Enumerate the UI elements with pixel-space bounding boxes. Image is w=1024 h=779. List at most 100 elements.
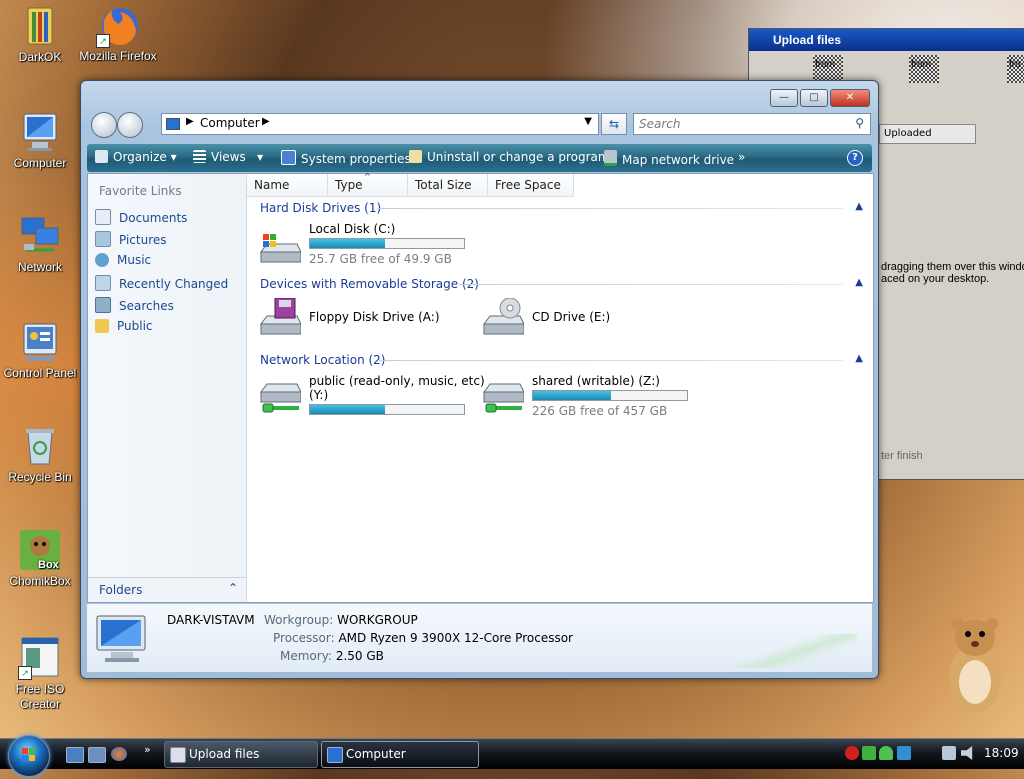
organize-button[interactable]: Organize ▾ — [95, 150, 177, 164]
system-properties-icon — [281, 150, 296, 165]
show-desktop-icon[interactable] — [66, 747, 84, 763]
sidebar-item-documents[interactable]: Documents — [95, 209, 245, 227]
start-button[interactable] — [8, 735, 50, 777]
drive-a[interactable]: Floppy Disk Drive (A:) — [257, 294, 477, 340]
upload-thumbnail-label: fro — [1009, 59, 1021, 70]
views-icon — [193, 150, 206, 163]
taskbar-button-upload-files[interactable]: Upload files — [164, 741, 318, 768]
desktop-icon-label: ChomikBox — [9, 574, 71, 588]
address-dropdown-icon[interactable]: ▼ — [584, 116, 592, 127]
computer-large-icon — [93, 612, 153, 667]
shortcut-arrow-icon: ↗ — [96, 34, 110, 48]
drive-name: shared (writable) (Z:) — [532, 374, 660, 388]
views-button[interactable]: Views ▾ — [193, 150, 263, 164]
firefox-quicklaunch-icon[interactable] — [111, 747, 127, 761]
chomikbox-tray-icon[interactable] — [862, 746, 876, 760]
quicklaunch-more-button[interactable]: » — [144, 743, 151, 756]
back-button[interactable] — [91, 112, 117, 138]
search-placeholder: Search — [639, 117, 681, 131]
explorer-window[interactable]: — □ ✕ ▶ Computer ▶ ▼ ⇆ Search ⚲ Organize… — [80, 80, 879, 679]
drive-free-space: 25.7 GB free of 49.9 GB — [309, 252, 452, 266]
display-tray-icon[interactable] — [942, 746, 956, 760]
column-header-type[interactable]: Type ^ — [328, 172, 408, 197]
desktop-icon-darkok[interactable]: DarkOK — [0, 4, 80, 64]
network-tray-icon[interactable] — [897, 746, 911, 760]
security-alert-icon[interactable] — [845, 746, 859, 760]
details-swoosh — [727, 634, 857, 668]
sidebar-item-music[interactable]: Music — [95, 253, 245, 271]
refresh-icon: ⇆ — [608, 117, 620, 131]
windows-logo-icon — [22, 748, 35, 761]
drive-e[interactable]: CD Drive (E:) — [480, 294, 700, 340]
search-input[interactable]: Search ⚲ — [633, 113, 871, 135]
users-tray-icon[interactable] — [879, 746, 893, 760]
close-button[interactable]: ✕ — [830, 89, 870, 107]
toolbar-more-button[interactable]: » — [738, 150, 745, 164]
maximize-button[interactable]: □ — [800, 89, 828, 107]
group-header-network[interactable]: Network Location (2) — [260, 353, 385, 367]
switch-windows-icon[interactable] — [88, 747, 106, 763]
folders-toggle[interactable]: Folders ⌃ — [88, 577, 246, 602]
breadcrumb-computer[interactable]: Computer — [200, 116, 260, 130]
uploaded-tab[interactable]: Uploaded — [879, 124, 976, 144]
desktop-icon-computer[interactable]: Computer — [0, 110, 80, 170]
volume-icon[interactable] — [961, 746, 973, 760]
sidebar-item-recently-changed[interactable]: Recently Changed — [95, 275, 245, 293]
map-network-drive-button[interactable]: Map network drive — [604, 150, 734, 167]
system-properties-button[interactable]: System properties — [281, 150, 411, 166]
folder-icon — [18, 4, 62, 48]
group-header-removable[interactable]: Devices with Removable Storage (2) — [260, 277, 479, 291]
chevron-up-icon: ⌃ — [228, 581, 239, 595]
drive-letter: (Y:) — [309, 388, 329, 402]
upload-window-icon — [170, 747, 186, 763]
desktop-icon-label: Mozilla Firefox — [79, 49, 157, 63]
desktop-icon-chomikbox[interactable]: Box ChomikBox — [0, 528, 80, 588]
upload-instructions: aced on your desktop. — [881, 273, 990, 285]
desktop-icon-free-iso-creator[interactable]: ↗ Free ISO Creator — [0, 636, 80, 712]
address-bar[interactable]: ▶ Computer ▶ ▼ — [161, 113, 599, 135]
desktop-icon-label: Computer — [13, 156, 67, 170]
upload-instructions: dragging them over this windo — [881, 261, 1024, 273]
window-controls: — □ ✕ — [770, 89, 870, 107]
minimize-button[interactable]: — — [770, 89, 798, 107]
chevron-up-icon[interactable]: ▲ — [855, 201, 863, 212]
group-header-hard-disk[interactable]: Hard Disk Drives (1) — [260, 201, 381, 215]
help-icon[interactable]: ? — [847, 150, 863, 166]
drive-y[interactable]: public (read-only, music, etc) (Y:) — [257, 374, 485, 420]
uninstall-button[interactable]: Uninstall or change a program — [409, 150, 610, 164]
chevron-up-icon[interactable]: ▲ — [855, 353, 863, 364]
sidebar-item-public[interactable]: Public — [95, 319, 245, 337]
file-list: Name Type ^ Total Size Free Space Hard Di… — [247, 172, 873, 602]
column-header-name[interactable]: Name — [247, 174, 328, 197]
recycle-bin-icon — [18, 424, 62, 468]
group-divider — [459, 284, 843, 285]
refresh-button[interactable]: ⇆ — [601, 113, 627, 135]
floppy-drive-icon — [257, 297, 302, 338]
sidebar-item-searches[interactable]: Searches — [95, 297, 245, 315]
upload-window-title: Upload files — [749, 29, 1024, 51]
desktop-icon-network[interactable]: Network — [0, 214, 80, 274]
drive-usage-bar — [309, 404, 465, 415]
drive-z[interactable]: shared (writable) (Z:) 226 GB free of 45… — [480, 374, 700, 420]
breadcrumb-arrow-icon: ▶ — [262, 116, 270, 127]
taskbar-button-computer[interactable]: Computer — [321, 741, 479, 768]
taskbar-clock[interactable]: 18:09 — [984, 746, 1019, 760]
sidebar-item-pictures[interactable]: Pictures — [95, 231, 245, 249]
drive-usage-fill — [310, 239, 385, 248]
desktop-icon-label: Recycle Bin — [8, 470, 72, 484]
column-header-free-space[interactable]: Free Space — [488, 174, 574, 197]
column-header-total-size[interactable]: Total Size — [408, 174, 488, 197]
desktop-icon-label: DarkOK — [18, 50, 62, 64]
drive-c[interactable]: Local Disk (C:) 25.7 GB free of 49.9 GB — [257, 222, 477, 268]
computer-small-icon — [166, 118, 180, 130]
desktop-icon-control-panel[interactable]: Control Panel — [0, 320, 80, 380]
recently-changed-icon — [95, 275, 111, 291]
desktop-icon-label: Free ISO Creator — [15, 682, 65, 711]
drive-name: Local Disk (C:) — [309, 222, 396, 236]
chevron-up-icon[interactable]: ▲ — [855, 277, 863, 288]
forward-button[interactable] — [117, 112, 143, 138]
favorite-links-header: Favorite Links — [99, 184, 182, 198]
desktop-icon-label: Network — [17, 260, 62, 274]
desktop-icon-recycle-bin[interactable]: Recycle Bin — [0, 424, 80, 484]
desktop-icon-firefox[interactable]: ↗ Mozilla Firefox — [78, 4, 158, 63]
